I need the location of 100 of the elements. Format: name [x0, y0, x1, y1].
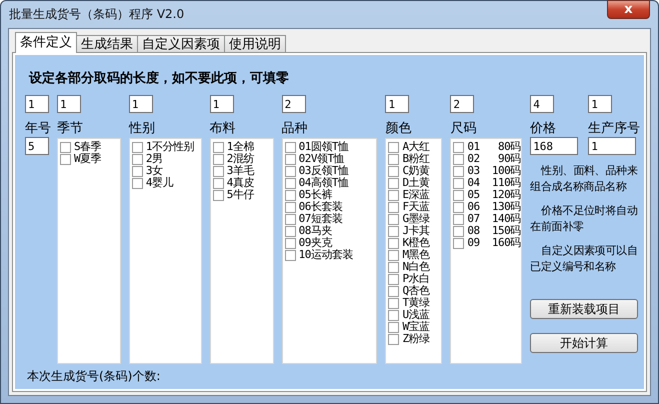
list-item[interactable]: 06长套装: [298, 201, 342, 213]
list-item[interactable]: M黑色: [402, 249, 430, 261]
list-item[interactable]: P水白: [402, 273, 430, 285]
list-item[interactable]: N白色: [402, 261, 430, 273]
list-item[interactable]: C奶黄: [402, 165, 430, 177]
checkbox[interactable]: [388, 190, 400, 200]
length-field[interactable]: 1: [128, 95, 153, 113]
list-item[interactable]: 07短套装: [298, 213, 342, 225]
tab[interactable]: 自定义因素项: [137, 35, 225, 53]
length-field[interactable]: 1: [210, 95, 234, 113]
checkbox[interactable]: [212, 154, 224, 164]
length-field[interactable]: 1: [588, 95, 612, 113]
checkbox[interactable]: [132, 142, 143, 152]
checkbox[interactable]: [388, 298, 400, 308]
list-item[interactable]: 2男: [146, 153, 162, 165]
checkbox[interactable]: [284, 154, 296, 164]
list-item[interactable]: 04 110码: [467, 177, 521, 189]
checkbox[interactable]: [284, 142, 296, 152]
checkbox[interactable]: [388, 334, 400, 344]
checkbox[interactable]: [388, 142, 400, 152]
length-field[interactable]: 2: [282, 95, 306, 113]
list-item[interactable]: W夏季: [74, 153, 102, 165]
checkbox[interactable]: [212, 166, 224, 176]
list-item[interactable]: 1全棉: [226, 141, 254, 153]
checkbox[interactable]: [453, 178, 464, 188]
action-button[interactable]: 重新装载项目: [530, 299, 638, 319]
checkbox[interactable]: [284, 250, 296, 260]
checkbox[interactable]: [132, 154, 143, 164]
checkbox[interactable]: [388, 262, 400, 272]
list-item[interactable]: 07 140码: [467, 213, 521, 225]
checkbox[interactable]: [284, 190, 296, 200]
length-field[interactable]: 1: [25, 95, 49, 113]
list-item[interactable]: 01圆领T恤: [298, 141, 348, 153]
list-item[interactable]: 1不分性别: [146, 141, 194, 153]
checkbox[interactable]: [388, 178, 400, 188]
checkbox[interactable]: [284, 238, 296, 248]
length-field[interactable]: 1: [57, 95, 81, 113]
list-item[interactable]: 5牛仔: [226, 189, 254, 201]
checkbox[interactable]: [388, 310, 400, 320]
list-item[interactable]: A大红: [402, 141, 430, 153]
list-item[interactable]: Z粉绿: [402, 333, 430, 345]
checkbox[interactable]: [284, 178, 296, 188]
checkbox[interactable]: [212, 142, 224, 152]
checkbox[interactable]: [453, 154, 464, 164]
list-item[interactable]: 08 150码: [467, 225, 521, 237]
close-button[interactable]: x: [607, 0, 650, 19]
checkbox[interactable]: [284, 226, 296, 236]
checkbox[interactable]: [453, 142, 464, 152]
list-item[interactable]: 03反领T恤: [298, 165, 348, 177]
checkbox[interactable]: [60, 154, 71, 164]
list-item[interactable]: J卡其: [402, 225, 430, 237]
list-item[interactable]: W宝蓝: [402, 321, 430, 333]
checkbox[interactable]: [388, 154, 400, 164]
checkbox[interactable]: [132, 166, 143, 176]
list-item[interactable]: 03 100码: [467, 165, 521, 177]
list-item[interactable]: 05长裤: [298, 189, 332, 201]
checkbox[interactable]: [388, 226, 400, 236]
list-item[interactable]: 04高领T恤: [298, 177, 348, 189]
checkbox[interactable]: [453, 166, 464, 176]
value-field[interactable]: 168: [530, 137, 578, 155]
checkbox[interactable]: [388, 166, 400, 176]
checkbox[interactable]: [388, 202, 400, 212]
list-item[interactable]: 08马夹: [298, 225, 332, 237]
checkbox[interactable]: [388, 322, 400, 332]
checkbox[interactable]: [388, 238, 400, 248]
list-item[interactable]: Q杏色: [402, 285, 430, 297]
list-item[interactable]: F天蓝: [402, 201, 430, 213]
list-item[interactable]: S春季: [74, 141, 102, 153]
tab[interactable]: 条件定义: [15, 32, 77, 53]
list-item[interactable]: 2混纺: [226, 153, 254, 165]
length-field[interactable]: 1: [385, 95, 410, 113]
checkbox[interactable]: [453, 202, 464, 212]
checkbox[interactable]: [388, 214, 400, 224]
length-field[interactable]: 4: [530, 95, 554, 113]
checkbox[interactable]: [453, 190, 464, 200]
length-field[interactable]: 2: [450, 95, 474, 113]
list-item[interactable]: B粉红: [402, 153, 430, 165]
list-item[interactable]: D土黄: [402, 177, 430, 189]
checkbox[interactable]: [388, 286, 400, 296]
list-item[interactable]: 3女: [146, 165, 162, 177]
checkbox[interactable]: [212, 178, 224, 188]
checkbox[interactable]: [453, 238, 464, 248]
list-item[interactable]: 02V领T恤: [298, 153, 344, 165]
tab[interactable]: 使用说明: [224, 35, 286, 53]
checkbox[interactable]: [388, 250, 400, 260]
list-item[interactable]: G墨绿: [402, 213, 430, 225]
list-item[interactable]: 05 120码: [467, 189, 521, 201]
list-item[interactable]: 10运动套装: [298, 249, 353, 261]
checkbox[interactable]: [453, 214, 464, 224]
action-button[interactable]: 开始计算: [530, 333, 638, 353]
list-item[interactable]: E深蓝: [402, 189, 430, 201]
list-item[interactable]: 3羊毛: [226, 165, 254, 177]
tab[interactable]: 生成结果: [76, 35, 138, 53]
list-item[interactable]: T黄绿: [402, 297, 430, 309]
checkbox[interactable]: [453, 226, 464, 236]
list-item[interactable]: K橙色: [402, 237, 430, 249]
checkbox[interactable]: [284, 214, 296, 224]
checkbox[interactable]: [132, 178, 143, 188]
list-item[interactable]: 02 90码: [467, 153, 521, 165]
list-item[interactable]: 06 130码: [467, 201, 521, 213]
